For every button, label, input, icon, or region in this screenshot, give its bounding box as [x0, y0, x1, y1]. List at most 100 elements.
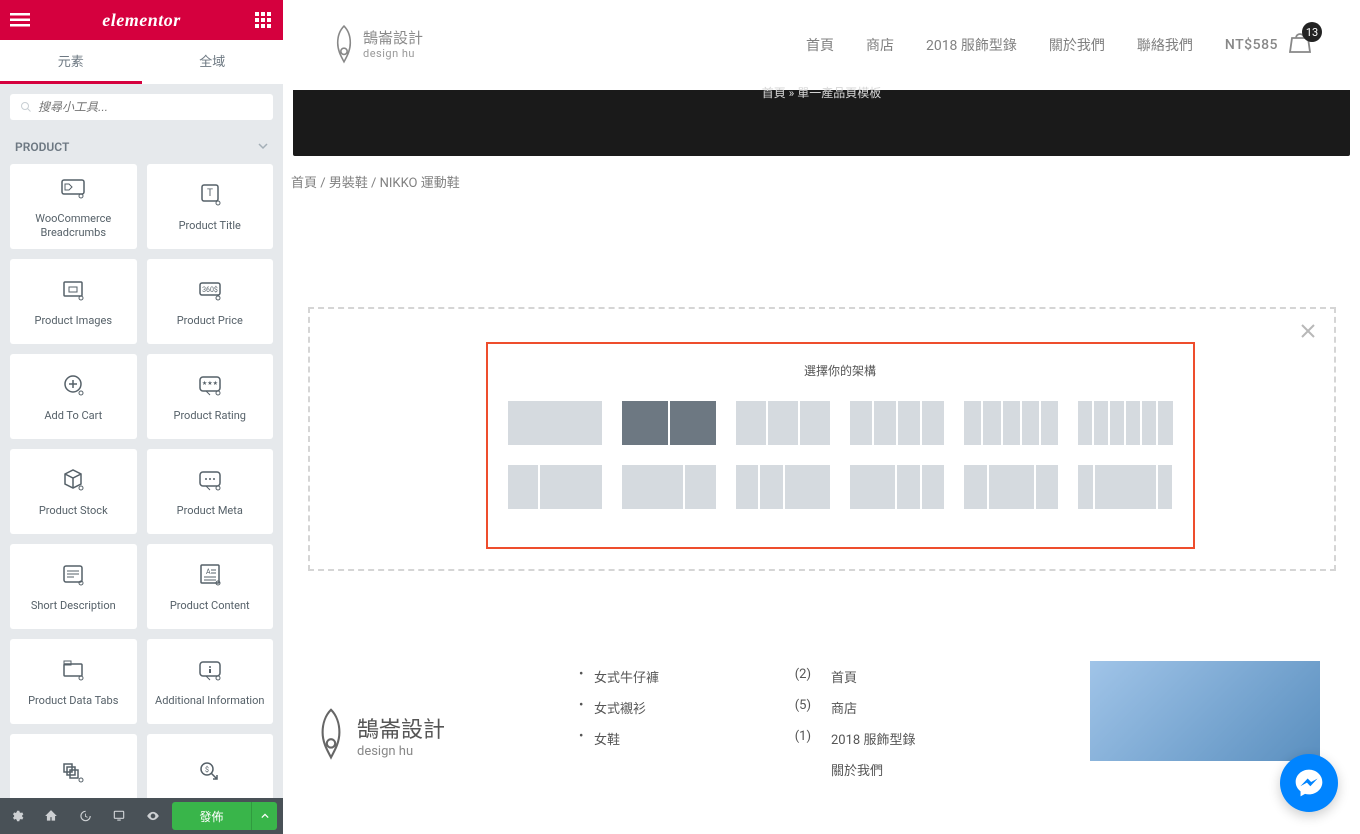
- footer-categories: 女式牛仔褲(2)女式襯衫(5)女鞋(1): [572, 661, 811, 809]
- rating-icon: ★★★: [196, 371, 224, 399]
- search-widget-input[interactable]: [38, 100, 263, 114]
- structure-preset[interactable]: [1078, 401, 1172, 445]
- widget-label: Product Stock: [35, 504, 112, 517]
- shortdesc-icon: [59, 561, 87, 589]
- logo-text-en: design hu: [363, 48, 423, 59]
- widget-addinfo[interactable]: Additional Information: [147, 639, 274, 724]
- footer-links: 首頁商店2018 服飾型錄關於我們: [831, 661, 1070, 809]
- nav-item[interactable]: 關於我們: [1049, 35, 1105, 55]
- structure-selector: 選擇你的架構: [486, 342, 1195, 549]
- widget-tabs[interactable]: Product Data Tabs: [10, 639, 137, 724]
- footer-category-item[interactable]: 女式牛仔褲(2): [594, 661, 811, 692]
- messenger-chat-button[interactable]: [1280, 754, 1338, 812]
- category-product[interactable]: PRODUCT: [0, 130, 283, 164]
- widget-content[interactable]: AProduct Content: [147, 544, 274, 629]
- structure-preset[interactable]: [964, 401, 1058, 445]
- widget-label: Product Rating: [170, 409, 250, 422]
- structure-preset[interactable]: [736, 401, 830, 445]
- responsive-button[interactable]: [102, 798, 136, 834]
- hero-breadcrumb: 首頁 » 單一產品頁模板: [762, 84, 882, 101]
- structure-preset[interactable]: [622, 465, 716, 509]
- structure-preset[interactable]: [964, 465, 1058, 509]
- nav-item[interactable]: 商店: [866, 35, 894, 55]
- cart-price: NT$585: [1225, 37, 1278, 53]
- history-button[interactable]: [68, 798, 102, 834]
- footer-category-item[interactable]: 女鞋(1): [594, 723, 811, 754]
- widget-breadcrumb[interactable]: WooCommerce Breadcrumbs: [10, 164, 137, 249]
- add-section-area[interactable]: 選擇你的架構: [308, 307, 1336, 571]
- svg-text:360$: 360$: [202, 286, 218, 294]
- widget-label: Product Meta: [173, 504, 247, 517]
- widget-shortdesc[interactable]: Short Description: [10, 544, 137, 629]
- svg-text:★★★: ★★★: [202, 380, 218, 387]
- woocommerce-breadcrumb: 首頁 / 男裝鞋 / NIKKO 運動鞋: [283, 156, 1360, 191]
- related-icon: [59, 758, 87, 786]
- publish-dropdown[interactable]: [251, 802, 277, 830]
- elementor-sidebar: elementor 元素 全域 PRODUCT WooCommerce Brea…: [0, 0, 283, 834]
- search-icon: [20, 101, 32, 113]
- mini-cart[interactable]: NT$585 13: [1225, 32, 1312, 58]
- close-structure-icon[interactable]: [1300, 323, 1316, 343]
- footer-link[interactable]: 2018 服飾型錄: [831, 723, 1070, 754]
- footer-category-item[interactable]: 女式襯衫(5): [594, 692, 811, 723]
- breadcrumb-icon: [59, 174, 87, 202]
- structure-preset[interactable]: [1078, 465, 1172, 509]
- meta-icon: [196, 466, 224, 494]
- structure-preset[interactable]: [736, 465, 830, 509]
- structure-preset[interactable]: [850, 401, 944, 445]
- widget-label: Additional Information: [151, 694, 268, 707]
- nav-item[interactable]: 聯絡我們: [1137, 35, 1193, 55]
- widget-addcart[interactable]: Add To Cart: [10, 354, 137, 439]
- widget-label: Product Price: [173, 314, 247, 327]
- svg-text:$: $: [205, 766, 209, 774]
- menu-button[interactable]: [10, 10, 30, 30]
- structure-preset[interactable]: [508, 465, 602, 509]
- widget-title[interactable]: T Product Title: [147, 164, 274, 249]
- widget-label: Product Title: [175, 219, 245, 232]
- publish-button[interactable]: 發佈: [172, 802, 251, 830]
- cart-count-badge: 13: [1302, 22, 1322, 42]
- main-nav: 首頁 商店 2018 服飾型錄 關於我們 聯絡我們: [806, 35, 1193, 55]
- footer-banner[interactable]: [1090, 661, 1320, 761]
- widgets-grid-button[interactable]: [253, 10, 273, 30]
- structure-preset[interactable]: [508, 401, 602, 445]
- preview-button[interactable]: [136, 798, 170, 834]
- preview-canvas: 鵠崙設計 design hu 首頁商店2018 服飾型錄關於我們聯絡我們 NT$…: [283, 0, 1360, 834]
- elementor-logo: elementor: [102, 10, 181, 31]
- price-icon: 360$: [196, 276, 224, 304]
- footer-link[interactable]: 首頁: [831, 661, 1070, 692]
- tabs-icon: [59, 656, 87, 684]
- footer-link[interactable]: 商店: [831, 692, 1070, 723]
- sidebar-header: elementor: [0, 0, 283, 40]
- addcart-icon: [59, 371, 87, 399]
- site-header: 鵠崙設計 design hu 首頁 商店 2018 服飾型錄 關於我們 聯絡我們 NT$…: [283, 0, 1360, 90]
- footer-link[interactable]: 關於我們: [831, 754, 1070, 785]
- widget-images[interactable]: Product Images: [10, 259, 137, 344]
- stock-icon: [59, 466, 87, 494]
- search-widget-input-wrap: [10, 94, 273, 120]
- nav-item[interactable]: 2018 服飾型錄: [926, 35, 1017, 55]
- logo-text-cn: 鵠崙設計: [363, 31, 423, 46]
- settings-button[interactable]: [0, 798, 34, 834]
- widget-stock[interactable]: Product Stock: [10, 449, 137, 534]
- widget-label: Product Data Tabs: [24, 694, 122, 707]
- widget-label: Add To Cart: [40, 409, 106, 422]
- structure-preset[interactable]: [622, 401, 716, 445]
- upsell-icon: $: [196, 758, 224, 786]
- nav-item[interactable]: 首頁: [806, 35, 834, 55]
- widget-label: WooCommerce Breadcrumbs: [10, 212, 137, 238]
- sidebar-tabs: 元素 全域: [0, 40, 283, 84]
- tab-elements[interactable]: 元素: [0, 40, 142, 84]
- site-logo[interactable]: 鵠崙設計 design hu: [331, 24, 423, 66]
- chevron-down-icon: [258, 140, 268, 154]
- widget-price[interactable]: 360$ Product Price: [147, 259, 274, 344]
- tab-global[interactable]: 全域: [142, 40, 284, 84]
- svg-text:T: T: [207, 188, 213, 199]
- structure-preset[interactable]: [850, 465, 944, 509]
- navigator-button[interactable]: [34, 798, 68, 834]
- category-label: PRODUCT: [15, 140, 69, 154]
- sidebar-footer: 發佈: [0, 798, 283, 834]
- widget-meta[interactable]: Product Meta: [147, 449, 274, 534]
- page-hero: 首頁 » 單一產品頁模板: [293, 90, 1350, 156]
- widget-rating[interactable]: ★★★ Product Rating: [147, 354, 274, 439]
